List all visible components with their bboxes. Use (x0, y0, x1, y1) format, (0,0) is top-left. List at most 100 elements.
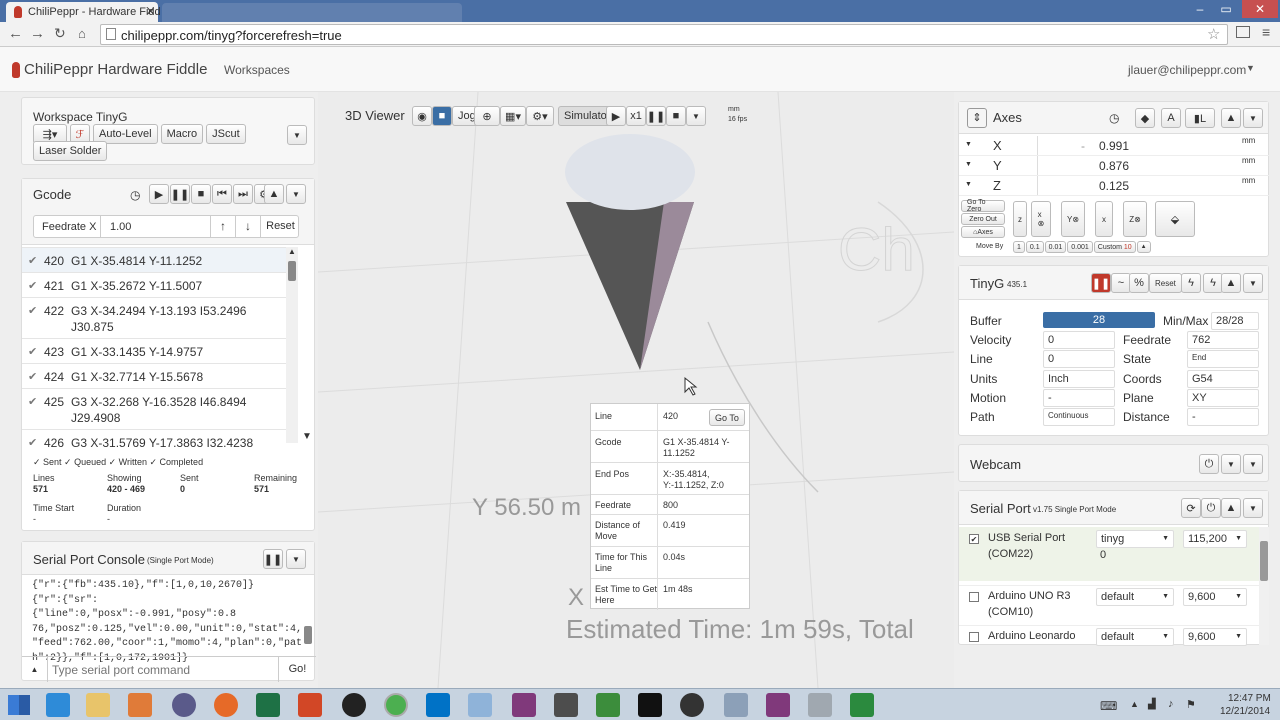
camera-icon[interactable]: ■ (432, 106, 452, 126)
tinyg-dropdown-icon[interactable]: ▼ (1243, 273, 1263, 293)
port-baud-select[interactable]: 9,600 ▼ (1183, 628, 1247, 646)
onenote-icon[interactable] (512, 693, 536, 717)
port-checkbox[interactable] (969, 592, 979, 602)
table-row[interactable]: ✔ 426 G3 X-31.5769 Y-17.3863 I32.4238 (22, 429, 286, 447)
user-email[interactable]: jlauer@chilipeppr.com (1128, 63, 1246, 77)
browser-tab-inactive[interactable] (162, 3, 462, 22)
tray-arrow-icon[interactable]: ▲ (1130, 699, 1139, 709)
minimize-icon[interactable]: – (1188, 2, 1212, 18)
viewer-dropdown-icon[interactable]: ▼ (686, 106, 706, 126)
camtasia-icon[interactable] (850, 693, 874, 717)
axes-layout-icon[interactable]: ▮L (1185, 108, 1215, 128)
eye-icon[interactable]: ◉ (412, 106, 432, 126)
port-baud-select[interactable]: 115,200 ▼ (1183, 530, 1247, 548)
sublime-icon[interactable] (554, 693, 578, 717)
flag-icon[interactable]: ⚑ (1186, 698, 1196, 711)
gcode-scrollbar[interactable]: ▲ (286, 247, 298, 443)
serial-scrollbar[interactable] (1259, 527, 1269, 645)
browser-tab-active[interactable]: ChiliPeppr - Hardware Fidd ✕ (6, 2, 161, 22)
tinyg-tilde-icon[interactable]: ~ (1111, 273, 1131, 293)
move-by-caret-icon[interactable]: ▲ (1136, 241, 1151, 253)
inkscape-icon[interactable] (342, 693, 366, 717)
webcam-power-icon[interactable]: ⏻ (1199, 454, 1219, 474)
project-icon[interactable] (596, 693, 620, 717)
table-row[interactable]: ✔ 421 G1 X-35.2672 Y-11.5007 (22, 272, 286, 297)
table-row[interactable]: ✔ 424 G1 X-32.7714 Y-15.5678 (22, 363, 286, 388)
console-expand-icon[interactable]: ▲ (22, 657, 48, 682)
clock-date[interactable]: 12/21/2014 (1220, 706, 1270, 717)
tinyg-collapse-icon[interactable]: ▲ (1221, 273, 1241, 293)
serial-dropdown-icon[interactable]: ▼ (1243, 498, 1263, 518)
apps-icon[interactable] (298, 693, 322, 717)
console-dropdown-icon[interactable]: ▼ (286, 549, 306, 569)
list-item[interactable]: ✔ USB Serial Port (COM22) tinyg ▼ 0 115,2… (959, 527, 1259, 581)
firefox-icon[interactable] (214, 693, 238, 717)
axes-dropdown-icon[interactable]: ▼ (1243, 108, 1263, 128)
port-type-select[interactable]: tinyg ▼ (1096, 530, 1174, 548)
step-forward-icon[interactable]: ⏭ (233, 184, 253, 204)
feedrate-reset-button[interactable]: Reset (260, 216, 300, 237)
windows-start-icon[interactable] (8, 695, 30, 715)
app-icon[interactable] (172, 693, 196, 717)
macro-button[interactable]: Macro (160, 124, 204, 144)
gcode-dropdown-icon[interactable]: ▼ (286, 184, 306, 204)
port-checkbox[interactable]: ✔ (969, 534, 979, 544)
sim-pause-icon[interactable]: ❚❚ (646, 106, 666, 126)
workspace-dropdown-button[interactable]: ▼ (287, 125, 307, 145)
port-type-select[interactable]: default ▼ (1096, 628, 1174, 646)
outlook-icon[interactable] (426, 693, 450, 717)
laser-solder-button[interactable]: Laser Solder (33, 141, 108, 161)
flash-icon[interactable]: ϟ (1181, 273, 1201, 293)
tinyg-reset-button[interactable]: Reset (1149, 273, 1182, 293)
zero-x2-button[interactable]: x (1095, 201, 1113, 237)
sim-speed-button[interactable]: x1 (626, 106, 646, 126)
pause-icon[interactable]: ❚❚ (170, 184, 190, 204)
nav-workspaces[interactable]: Workspaces (224, 63, 290, 77)
webcam-dropdown-icon[interactable]: ▼ (1243, 454, 1263, 474)
axis-caret-icon[interactable]: ▼ (965, 141, 972, 148)
axes-clock-icon[interactable]: ◷ (1109, 111, 1119, 125)
step-back-icon[interactable]: ⏮ (212, 184, 232, 204)
clock-icon[interactable]: ◷ (130, 188, 140, 202)
close-window-icon[interactable]: ✕ (1242, 0, 1278, 18)
scroll-up-icon[interactable]: ▲ (288, 247, 296, 256)
forward-icon[interactable]: → (30, 25, 45, 42)
url-field[interactable]: chilipeppr.com/tinyg?forcerefresh=true ☆ (100, 24, 1228, 45)
zoom-icon[interactable]: ⊕ (474, 106, 500, 126)
table-row[interactable]: ✔ 423 G1 X-33.1435 Y-14.9757 (22, 338, 286, 363)
clock-time[interactable]: 12:47 PM (1228, 693, 1271, 704)
tinyg-pause-icon[interactable]: ❚❚ (1091, 273, 1111, 293)
network-icon[interactable]: ▟ (1148, 699, 1156, 710)
serial-power-icon[interactable]: ⏻ (1201, 498, 1221, 518)
stop-icon[interactable]: ■ (191, 184, 211, 204)
axes-a-icon[interactable]: A (1161, 108, 1181, 128)
jscut-button[interactable]: JScut (206, 124, 246, 144)
port-type-select[interactable]: default ▼ (1096, 588, 1174, 606)
sim-stop-icon[interactable]: ■ (666, 106, 686, 126)
scroll-down-icon[interactable]: ▼ (302, 431, 312, 442)
arrow-up-icon[interactable]: ↑ (210, 216, 235, 237)
zero-z-button[interactable]: Z⊗ (1123, 201, 1147, 237)
maximize-icon[interactable]: ▭ (1214, 2, 1238, 18)
zero-out-button[interactable]: Zero Out (961, 213, 1005, 225)
back-icon[interactable]: ← (8, 25, 23, 42)
serial-collapse-icon[interactable]: ▲ (1221, 498, 1241, 518)
ie-icon[interactable] (46, 693, 70, 717)
sim-play-icon[interactable]: ▶ (606, 106, 626, 126)
list-item[interactable]: Arduino UNO R3 (COM10) default ▼ 9,600 ▼ (959, 585, 1259, 623)
move-by-custom[interactable]: Custom 10 (1093, 241, 1136, 253)
flash2-icon[interactable]: ϟ (1203, 273, 1223, 293)
tinyg-percent-icon[interactable]: % (1129, 273, 1149, 293)
go-to-zero-button[interactable]: Go To Zero (961, 199, 1005, 213)
tool-icon[interactable] (468, 693, 492, 717)
move-by-0.001[interactable]: 0.001 (1067, 241, 1093, 253)
terminal-icon[interactable] (638, 693, 662, 717)
play-icon[interactable]: ▶ (149, 184, 169, 204)
axis-caret-icon[interactable]: ▼ (965, 181, 972, 188)
gcode-collapse-icon[interactable]: ▲ (264, 184, 284, 204)
move-by-0.01[interactable]: 0.01 (1044, 241, 1067, 253)
table-row[interactable]: ✔ 425 G3 X-32.268 Y-16.3528 I46.8494 J29… (22, 388, 286, 429)
move-by-0.1[interactable]: 0.1 (1025, 241, 1044, 253)
zero-y-button[interactable]: Y⊗ (1061, 201, 1085, 237)
port-baud-select[interactable]: 9,600 ▼ (1183, 588, 1247, 606)
